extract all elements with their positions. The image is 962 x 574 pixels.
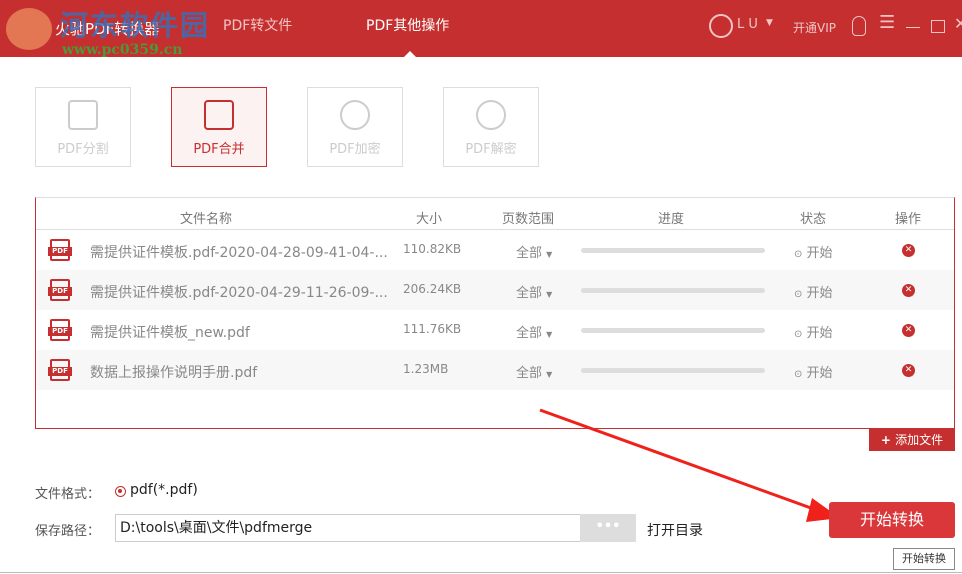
annotation-arrow xyxy=(539,408,840,522)
start-convert-button[interactable]: 开始转换 xyxy=(829,502,955,538)
tooltip: 开始转换 xyxy=(893,548,955,570)
bottom-border xyxy=(0,572,962,573)
